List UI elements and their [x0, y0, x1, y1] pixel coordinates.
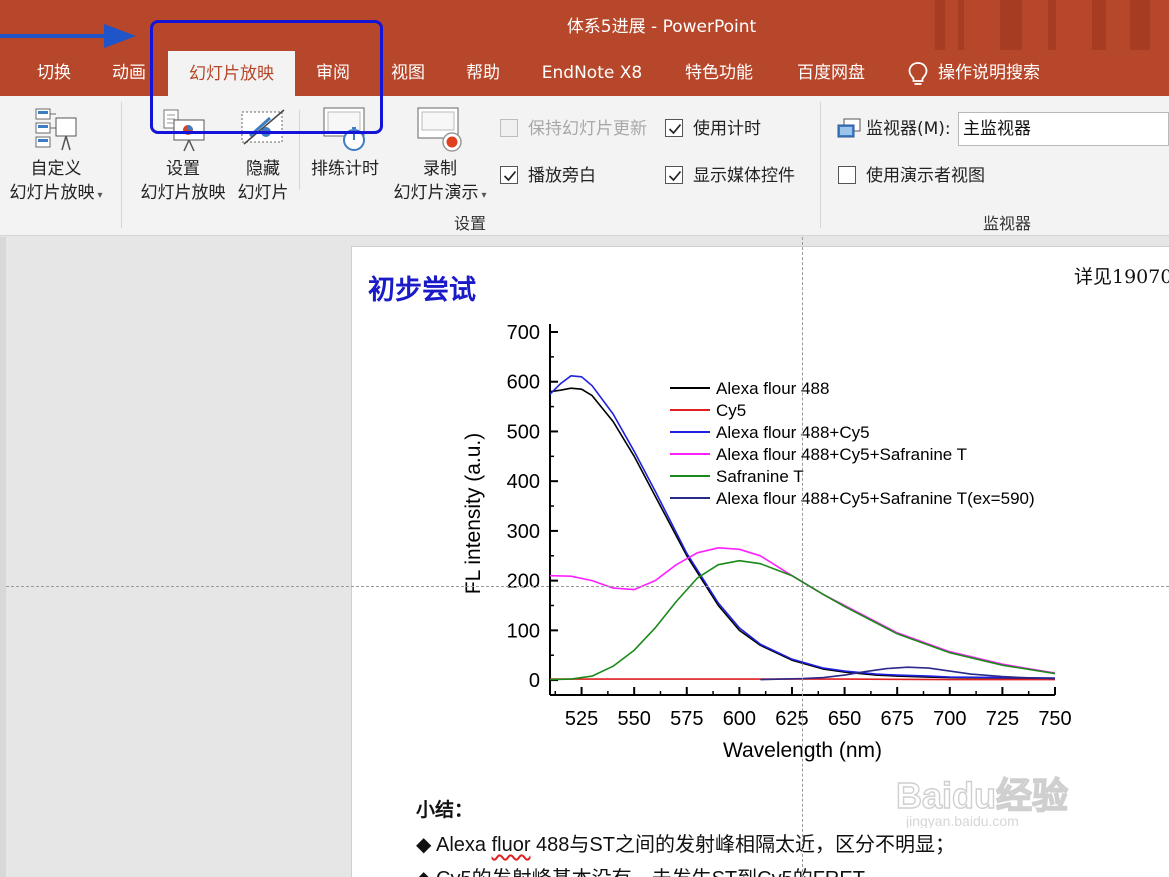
record-label-2: 幻灯片演示 ▾ — [393, 183, 487, 203]
custom-show-label-1: 自定义 — [30, 159, 82, 179]
checkbox-box — [665, 119, 683, 137]
checkmark-icon — [668, 170, 682, 182]
x-tick-label: 550 — [617, 708, 650, 730]
thumbnail-pane-edge[interactable] — [0, 237, 6, 877]
tell-me-search[interactable]: 操作说明搜索 — [938, 50, 1062, 96]
summary-bullet[interactable]: ◆Cy5的发射峰基本没有，未发生ST到Cy5的FRET — [416, 862, 865, 877]
rehearse-timings-label: 排练计时 — [311, 159, 379, 179]
y-tick-label: 400 — [507, 471, 540, 493]
y-axis-label: FL intensity (a.u.) — [462, 433, 485, 594]
y-tick-label: 700 — [507, 322, 540, 344]
record-label-1: 录制 — [423, 159, 457, 179]
horizontal-guide[interactable] — [6, 586, 1169, 587]
use-presenter-view-label: 使用演示者视图 — [866, 166, 985, 186]
x-tick-label: 600 — [723, 708, 756, 730]
x-tick-label: 750 — [1038, 708, 1071, 730]
record-icon — [417, 107, 462, 152]
group-label-setup: 设置 — [453, 214, 486, 233]
legend-label: Alexa flour 488+Cy5 — [716, 423, 870, 442]
series-line-6[interactable] — [760, 666, 1056, 681]
bullet-diamond-icon: ◆ — [416, 866, 436, 877]
checkbox-box — [500, 166, 518, 184]
legend-label: Alexa flour 488+Cy5+Safranine T — [716, 445, 967, 464]
legend-label: Cy5 — [716, 401, 746, 420]
checkmark-icon — [503, 170, 517, 182]
tab-view[interactable]: 视图 — [374, 50, 442, 96]
y-tick-label: 500 — [507, 421, 540, 443]
keep-slides-updated-label: 保持幻灯片更新 — [528, 119, 647, 139]
legend-label: Alexa flour 488+Cy5+Safranine T(ex=590) — [716, 489, 1035, 508]
show-media-controls-checkbox[interactable]: 显示媒体控件 — [665, 164, 815, 188]
bullet-diamond-icon: ◆ — [416, 834, 432, 856]
use-timings-label: 使用计时 — [693, 119, 761, 139]
tab-special-features[interactable]: 特色功能 — [670, 50, 768, 96]
checkbox-box — [838, 166, 856, 184]
vertical-guide[interactable] — [802, 237, 803, 877]
checkmark-icon — [668, 123, 682, 135]
annotation-highlight-box — [150, 20, 383, 134]
bullet-text: 488与ST之间的发射峰相隔太近，区分不明显； — [530, 834, 955, 856]
checkbox-box — [665, 166, 683, 184]
setup-show-label-2: 幻灯片放映 — [140, 183, 226, 203]
watermark-subtext: jingyan.baidu.com — [905, 813, 1019, 828]
ribbon-separator — [820, 102, 821, 228]
baidu-watermark-icon: Baidu经验 jingyan.baidu.com — [896, 774, 1069, 828]
show-media-controls-label: 显示媒体控件 — [693, 166, 795, 186]
x-tick-label: 675 — [881, 708, 914, 730]
hide-slide-label-1: 隐藏 — [246, 159, 280, 179]
summary-bullet[interactable]: ◆ Alexa fluor 488与ST之间的发射峰相隔太近，区分不明显； — [416, 828, 955, 857]
y-tick-label: 0 — [529, 670, 540, 692]
ribbon-separator — [121, 102, 122, 228]
monitor-select[interactable]: 主监视器 — [958, 112, 1169, 146]
record-slide-show-button[interactable]: 录制 幻灯片演示 ▾ — [386, 100, 494, 204]
y-tick-label: 600 — [507, 372, 540, 394]
y-tick-label: 300 — [507, 521, 540, 543]
custom-slide-show-button[interactable]: 自定义 幻灯片放映 ▾ — [0, 100, 112, 204]
x-tick-label: 700 — [933, 708, 966, 730]
x-tick-label: 525 — [565, 708, 598, 730]
y-tick-label: 200 — [507, 571, 540, 593]
slide-note[interactable]: 详见19070 — [1074, 262, 1169, 289]
fluorescence-chart[interactable]: 0 100 200 300 400 500 600 700 525 550 575 600 625 650… — [430, 310, 1090, 790]
annotation-arrow-icon — [0, 24, 136, 48]
use-timings-checkbox[interactable]: 使用计时 — [665, 117, 775, 141]
x-tick-label: 650 — [828, 708, 861, 730]
summary-title[interactable]: 小结： — [416, 795, 473, 822]
dropdown-caret-icon: ▾ — [481, 190, 487, 201]
dropdown-caret-icon: ▾ — [97, 190, 103, 201]
play-narrations-checkbox[interactable]: 播放旁白 — [500, 164, 610, 188]
bullet-text: Alexa — [436, 834, 492, 856]
use-presenter-view-checkbox[interactable]: 使用演示者视图 — [838, 164, 1018, 188]
spellcheck-flagged-word: fluor — [491, 834, 531, 856]
powerpoint-window: 体系5进展 - PowerPoint 切换 动画 幻灯片放映 审阅 视图 帮助 … — [0, 0, 1169, 877]
tab-endnote[interactable]: EndNote X8 — [528, 50, 656, 96]
setup-show-label-1: 设置 — [166, 159, 200, 179]
play-narrations-label: 播放旁白 — [528, 166, 596, 186]
monitor-label: 监视器(M): — [866, 119, 951, 139]
x-tick-label: 625 — [775, 708, 808, 730]
lightbulb-icon — [908, 62, 928, 85]
tab-baidu-netdisk[interactable]: 百度网盘 — [782, 50, 880, 96]
y-tick-label: 100 — [507, 620, 540, 642]
bullet-text: Cy5的发射峰基本没有，未发生ST到Cy5的FRET — [436, 868, 865, 877]
custom-show-icon — [35, 108, 77, 151]
watermark-text: Baidu经验 — [896, 775, 1068, 816]
legend-label: Alexa flour 488 — [716, 379, 829, 398]
keep-slides-updated-checkbox[interactable]: 保持幻灯片更新 — [500, 117, 660, 141]
legend-label: Safranine T — [716, 467, 804, 486]
hide-slide-label-2: 幻灯片 — [237, 183, 289, 203]
x-tick-label: 575 — [670, 708, 703, 730]
tab-help[interactable]: 帮助 — [450, 50, 516, 96]
custom-show-label-2: 幻灯片放映 ▾ — [9, 183, 103, 203]
group-label-monitors: 监视器 — [982, 214, 1031, 233]
x-tick-label: 725 — [986, 708, 1019, 730]
checkbox-box — [500, 119, 518, 137]
monitor-icon — [837, 118, 861, 138]
slide-title[interactable]: 初步尝试 — [368, 268, 476, 307]
